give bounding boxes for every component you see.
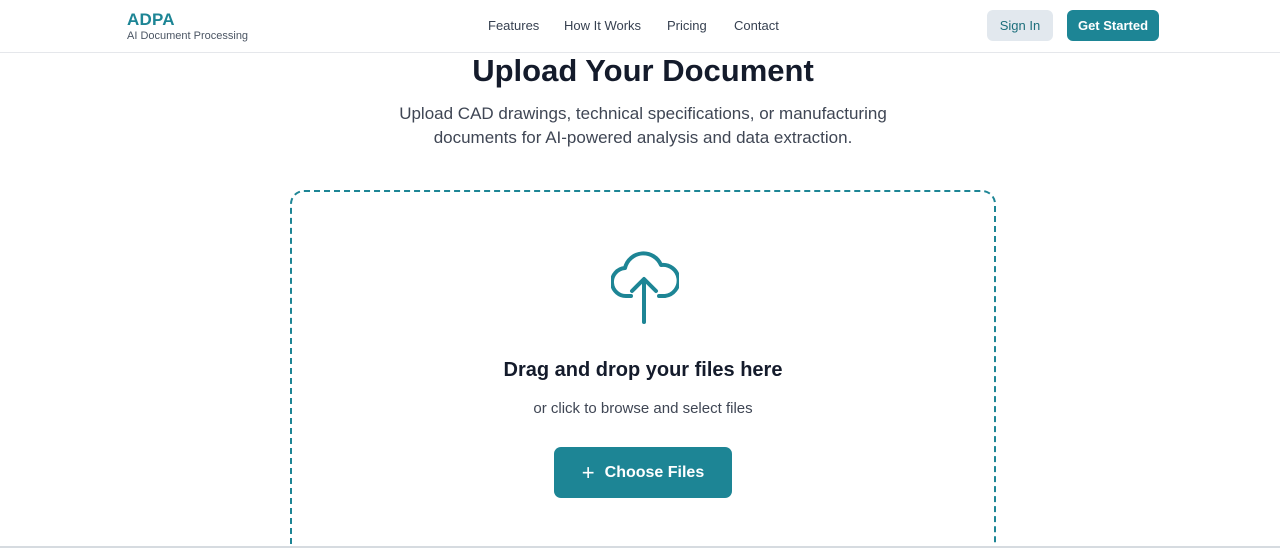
nav-link-contact[interactable]: Contact	[734, 18, 779, 34]
top-navbar: ADPA AI Document Processing Features How…	[0, 0, 1280, 53]
dropzone-title: Drag and drop your files here	[503, 359, 783, 381]
file-dropzone[interactable]: Drag and drop your files here or click t…	[290, 190, 996, 548]
choose-files-label: Choose Files	[604, 463, 705, 481]
dropzone-subtitle: or click to browse and select files	[533, 400, 753, 417]
page-subtitle: Upload CAD drawings, technical specifica…	[399, 104, 887, 147]
brand-name: ADPA	[127, 10, 175, 29]
nav-link-pricing[interactable]: Pricing	[667, 18, 707, 34]
sign-in-button[interactable]: Sign In	[987, 10, 1053, 41]
cloud-upload-icon	[611, 251, 679, 324]
plus-icon: +	[581, 459, 595, 485]
brand-tagline: AI Document Processing	[127, 30, 249, 42]
brand-logo[interactable]: ADPA AI Document Processing	[127, 10, 248, 43]
page-title: Upload Your Document	[472, 53, 814, 88]
choose-files-button[interactable]: + Choose Files	[554, 447, 732, 498]
get-started-button[interactable]: Get Started	[1067, 10, 1159, 41]
nav-link-features[interactable]: Features	[488, 18, 539, 34]
nav-link-how-it-works[interactable]: How It Works	[564, 18, 641, 34]
